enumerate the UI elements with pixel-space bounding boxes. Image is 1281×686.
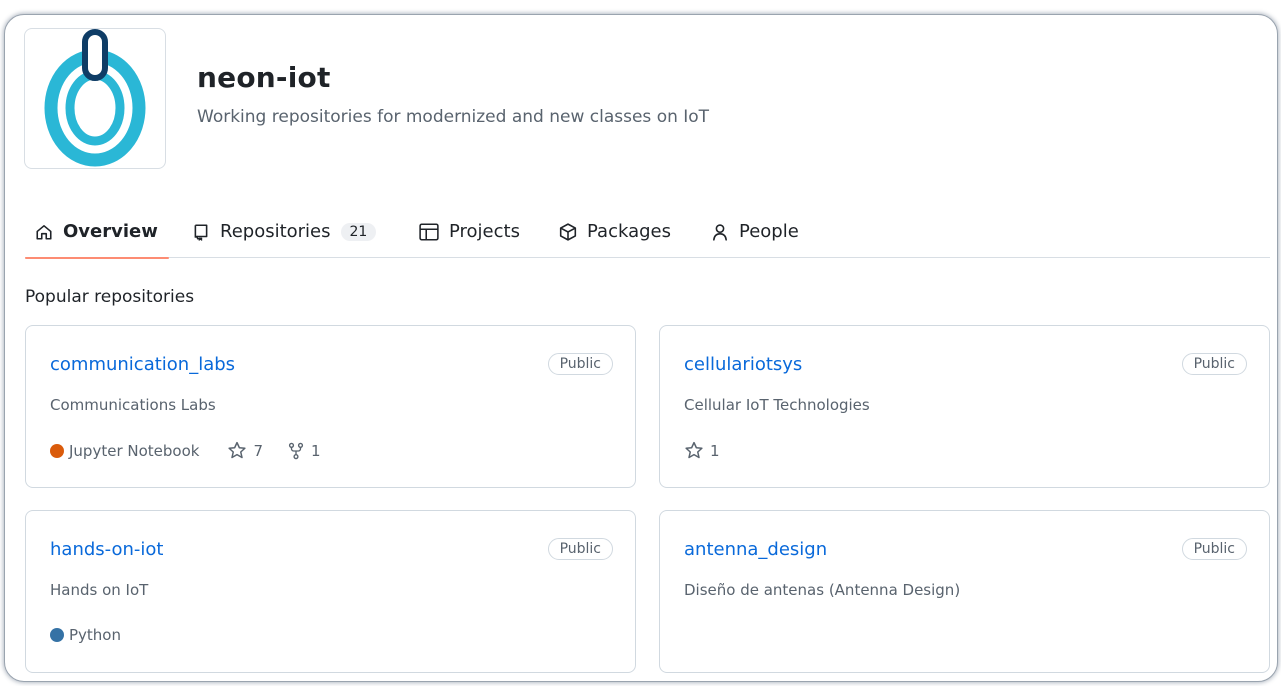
fork-count: 1 [311,442,321,460]
stars-link[interactable]: 1 [684,441,720,461]
org-description: Working repositories for modernized and … [197,107,710,127]
forks-link[interactable]: 1 [287,441,321,461]
tab-packages[interactable]: Packages [559,205,671,258]
language-color-dot [50,444,64,458]
repo-name-link[interactable]: hands-on-iot [50,539,163,560]
language-color-dot [50,628,64,642]
repo-card: cellulariotsys Public Cellular IoT Techn… [659,325,1270,488]
repo-description: Communications Labs [50,396,216,414]
repo-description: Diseño de antenas (Antenna Design) [684,581,961,599]
repo-name-link[interactable]: antenna_design [684,539,827,560]
neon-iot-logo-icon [44,29,146,167]
stars-link[interactable]: 7 [227,441,263,461]
org-nav-tabs: Overview Repositories 21 Projects Packag… [25,205,1270,259]
repo-meta: Python [50,626,139,644]
star-icon [228,441,247,459]
language-label: Jupyter Notebook [69,442,200,460]
repo-meta: Jupyter Notebook 7 1 [50,441,339,461]
tab-people-label: People [739,221,799,242]
tab-repositories-label: Repositories [220,221,331,242]
tab-projects-label: Projects [449,221,520,242]
package-icon [559,222,577,241]
page-frame: neon-iot Working repositories for modern… [4,14,1278,682]
org-avatar[interactable] [24,28,166,169]
repo-card: hands-on-iot Public Hands on IoT Python [25,510,636,673]
visibility-badge: Public [547,353,613,375]
repo-meta: 1 [684,441,738,461]
repo-language: Jupyter Notebook [50,442,199,460]
org-name: neon-iot [197,61,331,94]
repo-language: Python [50,626,121,644]
repo-icon [192,223,210,241]
visibility-badge: Public [1181,353,1247,375]
tab-overview-label: Overview [63,221,158,242]
person-icon [711,223,729,241]
visibility-badge: Public [1181,538,1247,560]
repositories-count-badge: 21 [340,222,377,241]
repo-card: antenna_design Public Diseño de antenas … [659,510,1270,673]
repo-name-link[interactable]: communication_labs [50,354,235,375]
repo-description: Hands on IoT [50,581,149,599]
tab-repositories[interactable]: Repositories 21 [192,205,377,258]
table-icon [419,222,439,241]
language-label: Python [69,626,121,644]
star-count: 7 [253,442,263,460]
star-count: 1 [710,442,720,460]
tab-overview[interactable]: Overview [25,205,169,259]
repo-card: communication_labs Public Communications… [25,325,636,488]
tab-packages-label: Packages [587,221,671,242]
repo-name-link[interactable]: cellulariotsys [684,354,802,375]
popular-repositories-heading: Popular repositories [25,287,195,307]
home-icon [35,223,53,241]
fork-icon [288,442,304,460]
tab-projects[interactable]: Projects [419,205,520,258]
repo-description: Cellular IoT Technologies [684,396,870,414]
tab-people[interactable]: People [711,205,799,258]
visibility-badge: Public [547,538,613,560]
star-icon [685,441,703,459]
